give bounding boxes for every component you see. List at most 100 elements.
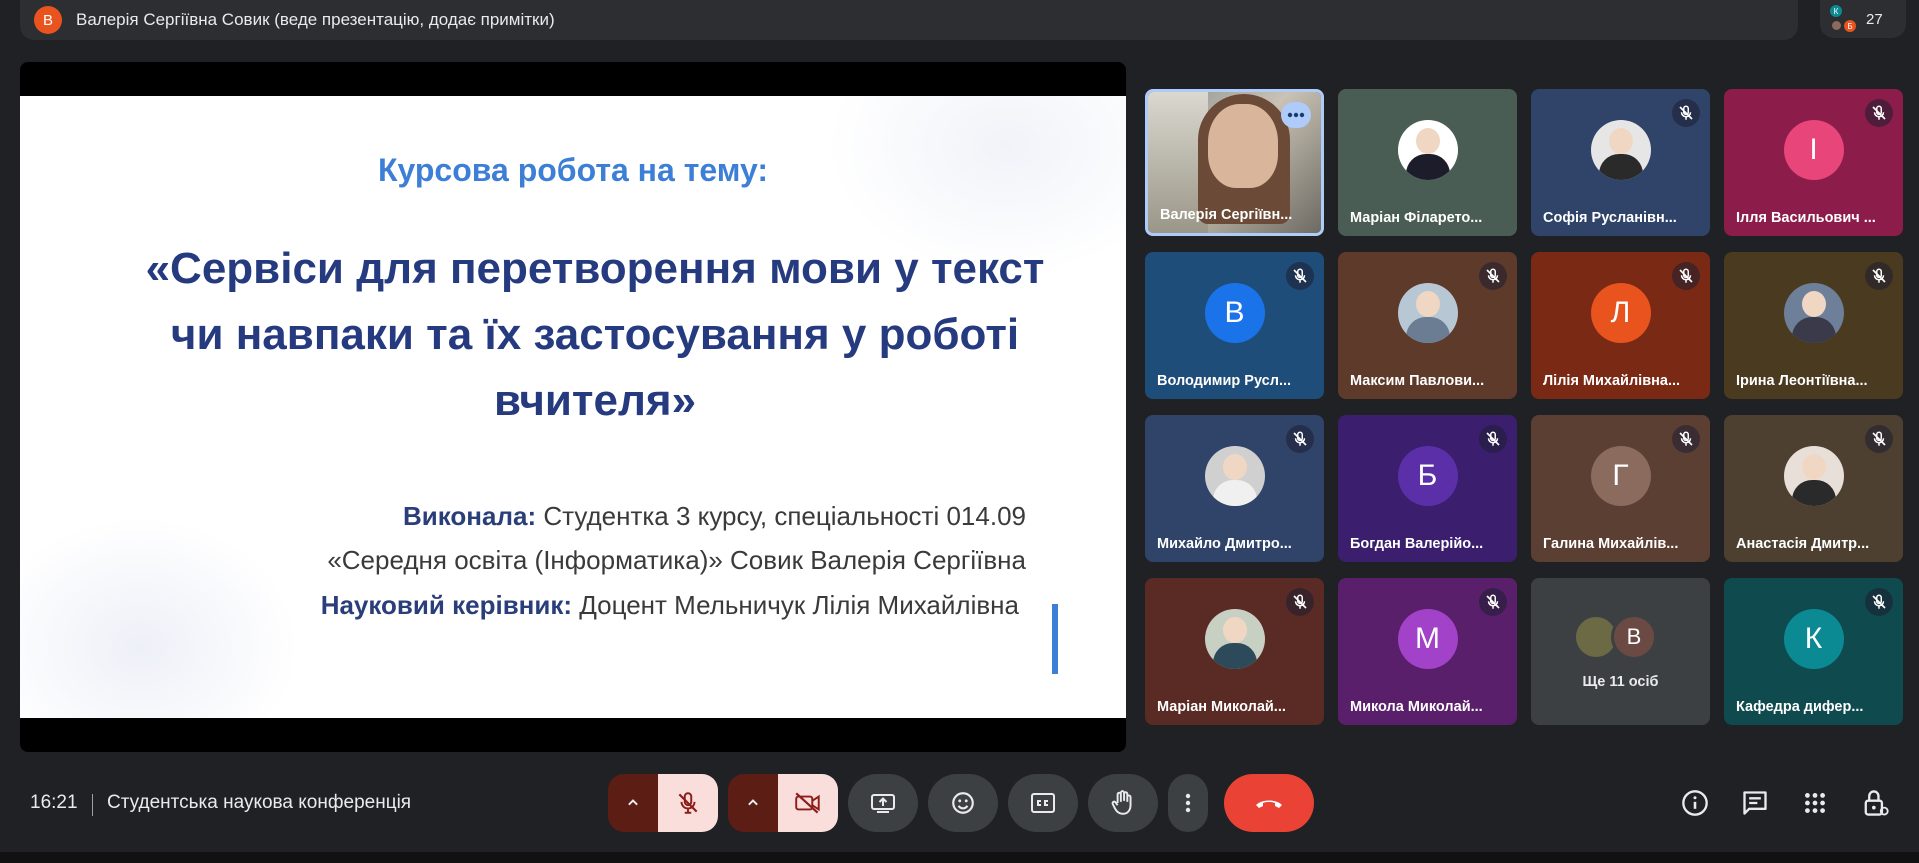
mic-off-icon (1293, 268, 1307, 283)
participant-name: Михайло Дмитро... (1157, 536, 1292, 552)
participant-tile[interactable]: Г Галина Михайлів... (1531, 415, 1710, 562)
more-options-button[interactable] (1168, 774, 1208, 832)
slide-author: Виконала: Студентка 3 курсу, спеціальнос… (327, 494, 1026, 582)
captions-button[interactable] (1008, 774, 1078, 832)
end-call-icon (1256, 800, 1282, 808)
participant-name: Галина Михайлів... (1543, 536, 1679, 552)
present-button[interactable] (848, 774, 918, 832)
participant-mini-avatars: К Б (1830, 4, 1860, 34)
chevron-up-icon (628, 799, 638, 806)
participant-tile[interactable]: Маріан Миколай... (1145, 578, 1324, 725)
divider (92, 794, 93, 816)
participant-tile[interactable]: В Ще 11 осіб (1531, 578, 1710, 725)
host-controls-icon (1864, 790, 1889, 816)
participant-tile[interactable]: Анастасія Дмитр... (1724, 415, 1903, 562)
participant-name: Валерія Сергіївн... (1160, 207, 1293, 223)
avatar-photo (1222, 616, 1247, 643)
end-call-button[interactable] (1224, 774, 1314, 832)
slide-subtitle: Курсова робота на тему: (377, 152, 769, 188)
meeting-details-button[interactable] (1678, 786, 1712, 820)
bottom-toolbar: 16:21 Студентська наукова конференція (0, 764, 1919, 844)
participants-count: 27 (1866, 10, 1883, 28)
participant-tile[interactable]: І Ілля Васильович ... (1724, 89, 1903, 236)
activities-button[interactable] (1798, 786, 1832, 820)
avatar-photo (1791, 316, 1836, 343)
participant-avatar: Г (1590, 445, 1651, 506)
slide-accent-bar (1052, 604, 1058, 674)
mic-off-icon (1872, 105, 1886, 120)
participant-tile[interactable]: К Кафедра дифер... (1724, 578, 1903, 725)
avatar-photo (1212, 642, 1257, 669)
chat-icon (1743, 791, 1767, 815)
presenter-text: Валерія Сергіївна Совик (веде презентаці… (76, 10, 555, 29)
camera-toggle-button[interactable] (778, 774, 838, 832)
participant-tile[interactable]: Софія Русланівн... (1531, 89, 1710, 236)
chevron-up-icon (748, 799, 758, 806)
mic-toggle-button[interactable] (658, 774, 718, 832)
mic-off-icon (1486, 594, 1500, 609)
participant-tile[interactable]: М Микола Миколай... (1338, 578, 1517, 725)
participant-name: Анастасія Дмитр... (1736, 536, 1870, 552)
reactions-button[interactable] (928, 774, 998, 832)
muted-indicator (1672, 425, 1700, 453)
participant-name: Маріан Миколай... (1157, 699, 1286, 715)
participant-avatar (1204, 445, 1265, 506)
author-label: Виконала: (403, 501, 537, 531)
slide-decoration (20, 516, 300, 718)
participant-name: Лілія Михайлівна... (1543, 373, 1681, 389)
host-controls-button[interactable] (1858, 786, 1892, 820)
mic-off-icon (1293, 594, 1307, 609)
participant-tile[interactable]: Л Лілія Михайлівна... (1531, 252, 1710, 399)
participant-avatar: Л (1590, 282, 1651, 343)
tile-options-button[interactable] (1281, 102, 1311, 128)
participant-tile[interactable]: Ірина Леонтіївна... (1724, 252, 1903, 399)
mini-avatar-photo (1832, 21, 1841, 30)
captions-icon (1031, 793, 1055, 813)
mic-off-icon (1486, 431, 1500, 446)
avatar-photo (1791, 479, 1836, 506)
author-line: «Середня освіта (Інформатика)» Совик Вал… (327, 545, 1026, 575)
video-options-button[interactable] (728, 774, 778, 832)
participant-avatar (1590, 119, 1651, 180)
participant-tile[interactable]: Валерія Сергіївн... (1145, 89, 1324, 236)
presentation-stage[interactable]: Курсова робота на тему: «Сервіси для пер… (20, 62, 1126, 752)
audio-options-button[interactable] (608, 774, 658, 832)
raise-hand-button[interactable] (1088, 774, 1158, 832)
avatar-photo (1801, 290, 1826, 317)
camera-off-icon (795, 792, 820, 814)
clock: 16:21 (30, 792, 78, 813)
muted-indicator (1865, 425, 1893, 453)
avatar-photo (1405, 316, 1450, 343)
mic-off-icon (1679, 268, 1693, 283)
supervisor-value: Доцент Мельничук Лілія Михайлівна (572, 590, 1019, 620)
avatar-photo (1801, 453, 1826, 480)
participants-button[interactable]: К Б 27 (1820, 0, 1906, 38)
slide-title-line: чи навпаки та їх застосування у роботі (170, 310, 1020, 359)
avatar-photo (1415, 127, 1440, 154)
muted-indicator (1286, 262, 1314, 290)
mic-off-icon (1293, 431, 1307, 446)
participant-avatar (1783, 282, 1844, 343)
participant-name: Володимир Русл... (1157, 373, 1292, 389)
participant-tile[interactable]: В Володимир Русл... (1145, 252, 1324, 399)
participant-tile[interactable]: Михайло Дмитро... (1145, 415, 1324, 562)
mini-avatar: К (1830, 5, 1842, 17)
muted-indicator (1865, 99, 1893, 127)
participant-name: Микола Миколай... (1350, 699, 1483, 715)
muted-indicator (1672, 262, 1700, 290)
more-participants-avatars: В (1573, 614, 1673, 666)
presenter-banner[interactable]: В Валерія Сергіївна Совик (веде презента… (20, 0, 1798, 40)
chat-button[interactable] (1738, 786, 1772, 820)
participant-name: Маріан Філарето... (1350, 210, 1483, 226)
video-person-face (1208, 104, 1278, 188)
emoji-icon (952, 792, 974, 814)
avatar-photo (1598, 153, 1643, 180)
meet-window: В Валерія Сергіївна Совик (веде презента… (0, 0, 1919, 863)
participant-name: Максим Павлови... (1350, 373, 1485, 389)
participant-avatar: В (1204, 282, 1265, 343)
participant-tile[interactable]: Маріан Філарето... (1338, 89, 1517, 236)
info-icon (1682, 790, 1708, 816)
muted-indicator (1286, 588, 1314, 616)
participant-tile[interactable]: Б Богдан Валерійо... (1338, 415, 1517, 562)
participant-tile[interactable]: Максим Павлови... (1338, 252, 1517, 399)
